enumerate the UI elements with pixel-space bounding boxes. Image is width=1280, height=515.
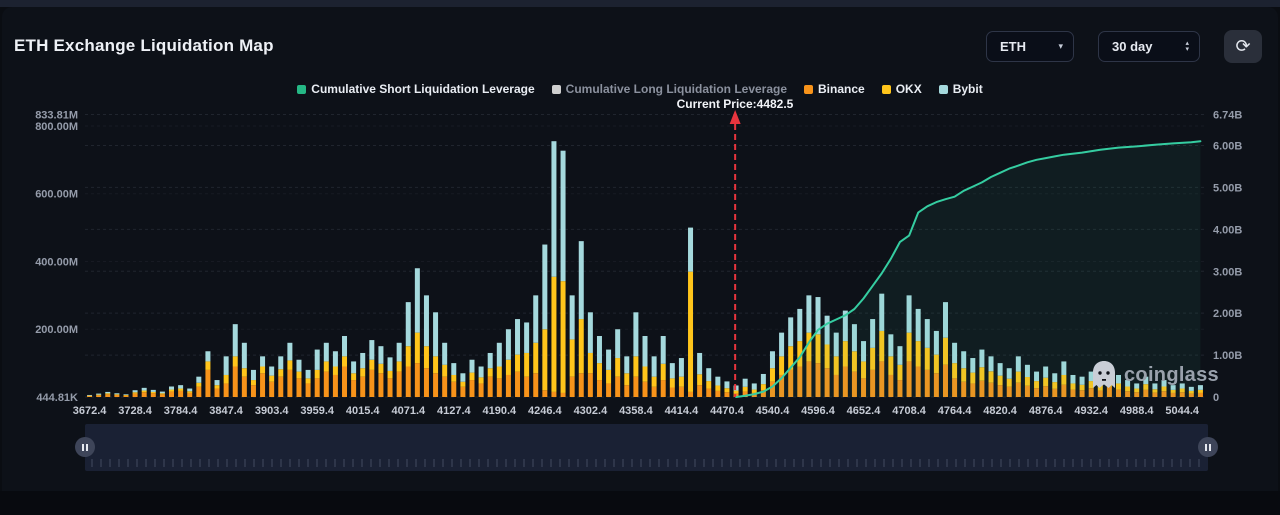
svg-text:3728.4: 3728.4: [118, 405, 153, 417]
page-bottom-strip: [0, 491, 1280, 515]
svg-text:3903.4: 3903.4: [255, 405, 290, 417]
svg-text:4988.4: 4988.4: [1120, 405, 1155, 417]
svg-text:4015.4: 4015.4: [346, 405, 381, 417]
svg-text:3847.4: 3847.4: [209, 405, 244, 417]
navigator-right-handle[interactable]: [1198, 437, 1218, 457]
x-axis-labels: 3672.4 3728.4 3784.4 3847.4 3903.4 3959.4 4015…: [73, 405, 1200, 417]
datazoom-navigator[interactable]: [75, 424, 1218, 471]
svg-text:400.00M: 400.00M: [35, 257, 78, 269]
svg-text:3.00B: 3.00B: [1213, 266, 1242, 278]
coinglass-ghost-icon: [1093, 361, 1115, 388]
svg-text:4127.4: 4127.4: [437, 405, 472, 417]
svg-text:3672.4: 3672.4: [73, 405, 108, 417]
svg-text:6.74B: 6.74B: [1213, 110, 1242, 122]
svg-text:0: 0: [1213, 392, 1219, 404]
current-price-marker: [729, 110, 741, 397]
svg-text:2.00B: 2.00B: [1213, 308, 1242, 320]
svg-text:4.00B: 4.00B: [1213, 224, 1242, 236]
navigator-left-handle[interactable]: [75, 437, 95, 457]
svg-text:4071.4: 4071.4: [391, 405, 426, 417]
liquidation-map-widget: ETH Exchange Liquidation Map ETH ▾ 30 da…: [0, 0, 1280, 515]
svg-text:4652.4: 4652.4: [847, 405, 882, 417]
svg-text:4540.4: 4540.4: [756, 405, 791, 417]
svg-text:4302.4: 4302.4: [574, 405, 609, 417]
svg-text:833.81M: 833.81M: [35, 110, 78, 122]
svg-text:4596.4: 4596.4: [801, 405, 836, 417]
svg-text:4246.4: 4246.4: [528, 405, 563, 417]
left-axis-labels: 833.81M800.00M 600.00M 400.00M 200.00M 444.8…: [35, 110, 78, 405]
svg-text:4820.4: 4820.4: [983, 405, 1018, 417]
svg-text:444.81K: 444.81K: [36, 392, 78, 404]
svg-text:4414.4: 4414.4: [665, 405, 700, 417]
cumulative-short-line: [735, 140, 1202, 398]
svg-text:3959.4: 3959.4: [300, 405, 335, 417]
svg-text:800.00M: 800.00M: [35, 121, 78, 133]
coinglass-watermark: coinglass: [1091, 360, 1219, 390]
svg-text:600.00M: 600.00M: [35, 189, 78, 201]
svg-text:5.00B: 5.00B: [1213, 182, 1242, 194]
svg-text:4190.4: 4190.4: [482, 405, 517, 417]
svg-text:200.00M: 200.00M: [35, 324, 78, 336]
svg-text:4932.4: 4932.4: [1074, 405, 1109, 417]
liquidation-chart[interactable]: 833.81M800.00M 600.00M 400.00M 200.00M 444.8…: [0, 0, 1280, 422]
svg-text:4764.4: 4764.4: [938, 405, 973, 417]
svg-text:4358.4: 4358.4: [619, 405, 654, 417]
svg-text:6.00B: 6.00B: [1213, 141, 1242, 153]
svg-text:5044.4: 5044.4: [1165, 405, 1200, 417]
svg-text:4708.4: 4708.4: [892, 405, 927, 417]
svg-text:4876.4: 4876.4: [1029, 405, 1064, 417]
svg-text:4470.4: 4470.4: [710, 405, 745, 417]
svg-text:3784.4: 3784.4: [164, 405, 199, 417]
coinglass-wordmark: coinglass: [1124, 363, 1219, 386]
